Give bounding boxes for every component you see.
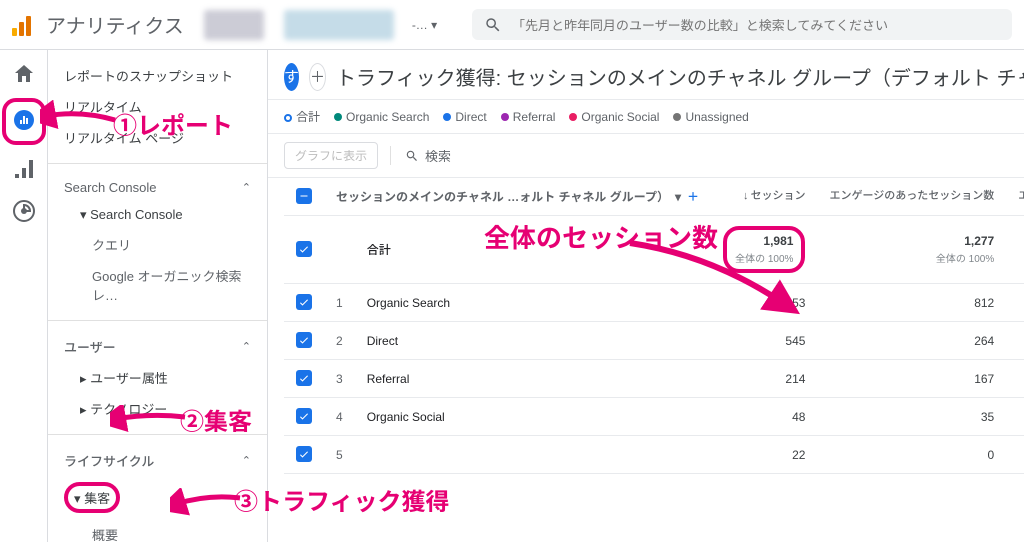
property-dropdown[interactable]: -… ▾ bbox=[412, 18, 437, 32]
bar-chart-icon bbox=[12, 108, 36, 132]
sidebar-overview[interactable]: 概要 bbox=[48, 519, 267, 542]
legend-direct[interactable]: Direct bbox=[455, 110, 486, 124]
sidebar-life-section[interactable]: ライフサイクル⌃ bbox=[48, 445, 267, 476]
sidebar: レポートのスナップショット リアルタイム リアルタイム ページ Search C… bbox=[48, 50, 268, 542]
add-segment-button[interactable]: ＋ bbox=[309, 63, 326, 91]
table-row[interactable]: 1Organic Search1,15381270.42% bbox=[284, 284, 1024, 322]
analytics-logo bbox=[12, 14, 34, 36]
app-title: アナリティクス bbox=[46, 10, 184, 39]
dimension-header[interactable]: セッションのメインのチャネル …ォルト チャネル グループ） bbox=[336, 188, 669, 205]
sidebar-sc-organic[interactable]: Google オーガニック検索レ… bbox=[48, 260, 267, 310]
sidebar-user-section[interactable]: ユーザー⌃ bbox=[48, 331, 267, 362]
dimension-dropdown-icon[interactable]: ▾ bbox=[675, 190, 681, 204]
table-row[interactable]: 4Organic Social483572.92% bbox=[284, 398, 1024, 436]
col-eng-sessions[interactable]: エンゲージのあったセッション数 bbox=[817, 178, 1006, 216]
blurred-account bbox=[204, 10, 264, 40]
row-checkbox[interactable] bbox=[296, 446, 312, 462]
row-checkbox[interactable] bbox=[296, 408, 312, 424]
global-search[interactable]: 「先月と昨年同月のユーザー数の比較」と検索してみてください bbox=[472, 9, 1012, 40]
table-row[interactable]: 3Referral21416778.04% bbox=[284, 360, 1024, 398]
search-icon bbox=[405, 149, 419, 163]
legend: 合計 Organic Search Direct Referral Organi… bbox=[268, 100, 1024, 134]
sidebar-tech[interactable]: ▸ テクノロジー bbox=[48, 393, 267, 424]
table-search[interactable]: 検索 bbox=[390, 146, 451, 165]
sidebar-user-attr[interactable]: ▸ ユーザー属性 bbox=[48, 362, 267, 393]
table-row[interactable]: 52200% bbox=[284, 436, 1024, 474]
total-sessions-highlight: 1,981全体の 100% bbox=[723, 226, 805, 273]
sidebar-sc-query[interactable]: クエリ bbox=[48, 229, 267, 260]
segment-chip[interactable]: す bbox=[284, 63, 299, 91]
home-icon[interactable] bbox=[12, 62, 36, 86]
top-bar: アナリティクス -… ▾ 「先月と昨年同月のユーザー数の比較」と検索してみてくだ… bbox=[0, 0, 1024, 50]
sidebar-realtime1[interactable]: リアルタイム bbox=[48, 91, 267, 122]
sidebar-sc-section[interactable]: Search Console⌃ bbox=[48, 174, 267, 201]
table-toolbar: グラフに表示 検索 bbox=[268, 134, 1024, 178]
search-icon bbox=[484, 16, 502, 34]
sidebar-sc-sub[interactable]: ▾ Search Console bbox=[48, 201, 267, 229]
data-table: セッションのメインのチャネル …ォルト チャネル グループ） ▾ ＋ ↓セッショ… bbox=[284, 178, 1024, 474]
table-row[interactable]: 2Direct54526448.44% bbox=[284, 322, 1024, 360]
icon-rail bbox=[0, 50, 48, 542]
col-sessions[interactable]: ↓セッション bbox=[711, 178, 817, 216]
sidebar-acquisition[interactable]: ▾ 集客 bbox=[64, 482, 120, 513]
legend-organic-social[interactable]: Organic Social bbox=[581, 110, 659, 124]
row-checkbox[interactable] bbox=[296, 294, 312, 310]
row-checkbox[interactable] bbox=[296, 332, 312, 348]
legend-organic-search[interactable]: Organic Search bbox=[346, 110, 429, 124]
add-dimension-button[interactable]: ＋ bbox=[687, 188, 699, 205]
reports-icon-active[interactable] bbox=[2, 98, 46, 145]
sidebar-snapshot[interactable]: レポートのスナップショット bbox=[48, 60, 267, 91]
blurred-property bbox=[284, 10, 394, 40]
report-header: す ＋ トラフィック獲得: セッションのメインのチャネル グループ（デフォルト … bbox=[268, 50, 1024, 100]
checkbox-all[interactable] bbox=[296, 188, 312, 204]
legend-referral[interactable]: Referral bbox=[513, 110, 556, 124]
show-in-graph-button[interactable]: グラフに表示 bbox=[284, 142, 378, 169]
table-row-total: 合計 1,981全体の 100% 1,277全体の 100% 64.46%平均と… bbox=[284, 216, 1024, 284]
advertising-icon[interactable] bbox=[12, 199, 36, 223]
row-checkbox[interactable] bbox=[296, 370, 312, 386]
legend-unassigned[interactable]: Unassigned bbox=[685, 110, 748, 124]
report-title: トラフィック獲得: セッションのメインのチャネル グループ（デフォルト チャネル bbox=[336, 62, 1024, 91]
checkbox-total[interactable] bbox=[296, 241, 312, 257]
sidebar-realtime2[interactable]: リアルタイム ページ bbox=[48, 122, 267, 153]
main-panel: す ＋ トラフィック獲得: セッションのメインのチャネル グループ（デフォルト … bbox=[268, 50, 1024, 542]
col-eng-rate[interactable]: エンゲージメント率 bbox=[1006, 178, 1024, 216]
search-placeholder: 「先月と昨年同月のユーザー数の比較」と検索してみてください bbox=[512, 15, 888, 34]
explore-icon[interactable] bbox=[12, 157, 36, 181]
legend-total: 合計 bbox=[296, 110, 320, 124]
